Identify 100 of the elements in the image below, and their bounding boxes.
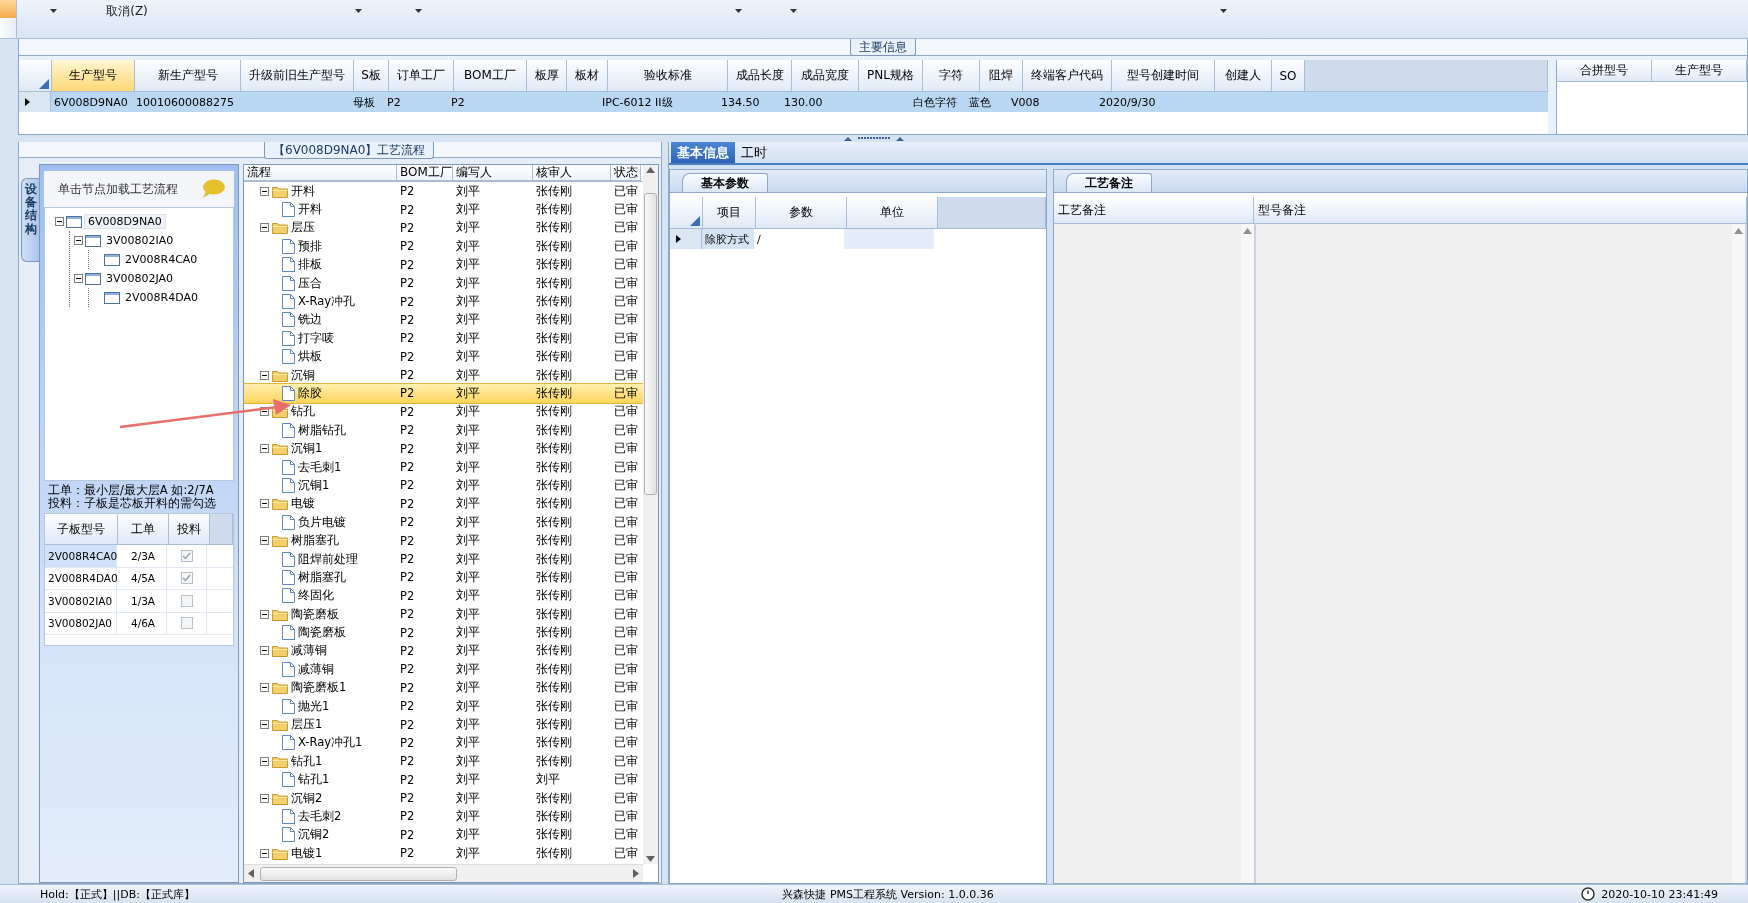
table-row[interactable]: 钻孔1 P2 刘平 刘平 已审 <box>244 770 643 789</box>
vertical-scrollbar[interactable] <box>1732 224 1745 883</box>
collapse-icon[interactable] <box>260 536 269 546</box>
collapse-icon[interactable] <box>55 217 64 226</box>
column-header[interactable]: 板厚 <box>527 60 567 92</box>
column-header[interactable]: 板材 <box>567 60 608 92</box>
table-row[interactable]: 树脂塞孔 P2 刘平 张传刚 已审 <box>244 531 643 550</box>
scroll-up-icon[interactable] <box>1734 228 1743 234</box>
column-header[interactable]: 状态 <box>611 165 641 181</box>
scroll-up-icon[interactable] <box>646 167 655 173</box>
column-header[interactable]: BOM工厂 <box>454 60 527 92</box>
collapse-icon[interactable] <box>260 756 269 766</box>
table-row[interactable]: 铣边 P2 刘平 张传刚 已审 <box>244 310 643 330</box>
splitter-grip-icon[interactable] <box>844 136 904 141</box>
table-row[interactable]: 烘板 P2 刘平 张传刚 已审 <box>244 347 643 366</box>
column-header[interactable]: 型号备注 <box>1254 197 1747 224</box>
tab[interactable]: 工艺备注 <box>1066 173 1152 192</box>
column-header[interactable]: 订单工厂 <box>389 60 454 92</box>
column-header[interactable]: 生产型号 <box>1652 60 1747 82</box>
column-header[interactable]: 工单 <box>118 514 169 545</box>
table-row[interactable]: 排板 P2 刘平 张传刚 已审 <box>244 255 643 274</box>
column-header[interactable]: 生产型号 <box>52 60 135 92</box>
tree-node[interactable]: 2V008R4DA0 <box>122 291 201 304</box>
table-row[interactable]: 树脂塞孔 P2 刘平 张传刚 已审 <box>244 568 643 587</box>
caret-icon[interactable] <box>790 9 797 13</box>
tab[interactable]: 基本参数 <box>682 173 768 192</box>
table-row[interactable]: 陶瓷磨板1 P2 刘平 张传刚 已审 <box>244 678 643 697</box>
column-header[interactable]: BOM工厂 <box>397 165 453 181</box>
scrollbar-thumb[interactable] <box>260 866 457 881</box>
collapse-icon[interactable] <box>260 683 269 693</box>
column-header[interactable]: SO <box>1272 60 1305 92</box>
caret-icon[interactable] <box>355 9 362 13</box>
table-row[interactable]: 电镀1 P2 刘平 张传刚 已审 <box>244 844 643 863</box>
table-row[interactable]: 树脂钻孔 P2 刘平 张传刚 已审 <box>244 421 643 440</box>
table-row[interactable]: 去毛刺1 P2 刘平 张传刚 已审 <box>244 457 643 477</box>
table-row[interactable]: X-Ray冲孔1 P2 刘平 张传刚 已审 <box>244 733 643 753</box>
vertical-scrollbar[interactable] <box>1241 224 1254 883</box>
cancel-button[interactable]: 取消(Z) <box>102 0 152 22</box>
tree-node[interactable]: 2V008R4CA0 <box>122 253 201 266</box>
collapse-icon[interactable] <box>260 848 269 858</box>
collapse-icon[interactable] <box>260 370 269 380</box>
collapse-icon[interactable] <box>260 223 269 233</box>
column-header[interactable]: 项目 <box>703 197 756 229</box>
collapse-icon[interactable] <box>74 236 83 245</box>
caret-icon[interactable] <box>735 9 742 13</box>
column-header[interactable]: 投料 <box>169 514 210 545</box>
column-header[interactable]: 成品长度 <box>728 60 792 92</box>
column-header[interactable]: 工艺备注 <box>1054 197 1254 224</box>
checkbox[interactable] <box>180 572 193 585</box>
table-row[interactable]: 减薄铜 P2 刘平 张传刚 已审 <box>244 660 643 679</box>
collapse-icon[interactable] <box>260 646 269 656</box>
table-row[interactable]: 沉铜 P2 刘平 张传刚 已审 <box>244 365 643 385</box>
table-cell[interactable]: 3V00802JA0 <box>45 612 117 634</box>
table-row[interactable]: 层压1 P2 刘平 张传刚 已审 <box>244 715 643 734</box>
table-cell[interactable]: 2V008R4DA0 <box>45 567 117 589</box>
table-row[interactable]: 预排 P2 刘平 张传刚 已审 <box>244 237 643 256</box>
table-row[interactable]: 压合 P2 刘平 张传刚 已审 <box>244 273 643 293</box>
table-cell[interactable]: 2V008R4CA0 <box>45 545 117 567</box>
column-header[interactable]: 单位 <box>847 197 938 229</box>
scroll-left-icon[interactable] <box>248 869 254 878</box>
tree-node[interactable]: 6V008D9NA0 <box>84 214 166 229</box>
table-row[interactable]: 终固化 P2 刘平 张传刚 已审 <box>244 586 643 605</box>
tab[interactable]: 基本信息 <box>671 142 735 163</box>
table-row[interactable]: X-Ray冲孔 P2 刘平 张传刚 已审 <box>244 292 643 311</box>
collapse-icon[interactable] <box>74 274 83 283</box>
column-header[interactable]: 终端客户代码 <box>1023 60 1112 92</box>
table-row[interactable]: 阻焊前处理 P2 刘平 张传刚 已审 <box>244 549 643 569</box>
column-header[interactable]: 编写人 <box>453 165 533 181</box>
table-row[interactable]: 6V008D9NA0 10010600088275 母板 P2 P2 IPC-6012 II级 134.50 130.00 白色字符 蓝色 V008 2020/9/30 <box>19 92 1548 112</box>
vertical-scrollbar[interactable] <box>643 165 658 864</box>
column-header[interactable]: 字符 <box>923 60 980 92</box>
table-row[interactable]: 沉铜1 P2 刘平 张传刚 已审 <box>244 439 643 458</box>
collapse-icon[interactable] <box>260 720 269 729</box>
side-tab[interactable]: 设备结构 <box>21 178 39 262</box>
column-header[interactable]: 验收标准 <box>608 60 728 92</box>
collapse-icon[interactable] <box>260 186 269 196</box>
table-row[interactable]: 陶瓷磨板 P2 刘平 张传刚 已审 <box>244 623 643 642</box>
collapse-icon[interactable] <box>260 407 269 417</box>
column-header[interactable]: 创建人 <box>1215 60 1272 92</box>
scrollbar-thumb[interactable] <box>644 193 657 495</box>
checkbox[interactable] <box>180 549 193 562</box>
table-cell[interactable]: 3V00802IA0 <box>45 590 117 612</box>
collapse-icon[interactable] <box>260 609 269 619</box>
scroll-up-icon[interactable] <box>1243 228 1252 234</box>
scroll-down-icon[interactable] <box>646 856 655 862</box>
table-row[interactable]: 抛光1 P2 刘平 张传刚 已审 <box>244 696 643 716</box>
column-header[interactable]: 参数 <box>756 197 847 229</box>
caret-icon[interactable] <box>1220 9 1227 13</box>
column-header[interactable]: 流程 <box>244 165 397 181</box>
caret-icon[interactable] <box>50 9 57 13</box>
horizontal-scrollbar[interactable] <box>244 864 643 882</box>
collapse-icon[interactable] <box>260 499 269 509</box>
column-header[interactable]: 核审人 <box>533 165 611 181</box>
tree-node[interactable]: 3V00802IA0 <box>103 234 177 247</box>
collapse-icon[interactable] <box>260 444 269 454</box>
table-row[interactable]: 开料 P2 刘平 张传刚 已审 <box>244 182 643 201</box>
caret-icon[interactable] <box>415 9 422 13</box>
table-row[interactable]: 沉铜2 P2 刘平 张传刚 已审 <box>244 825 643 845</box>
table-row[interactable]: 陶瓷磨板 P2 刘平 张传刚 已审 <box>244 605 643 624</box>
column-header[interactable]: 阻焊 <box>980 60 1023 92</box>
